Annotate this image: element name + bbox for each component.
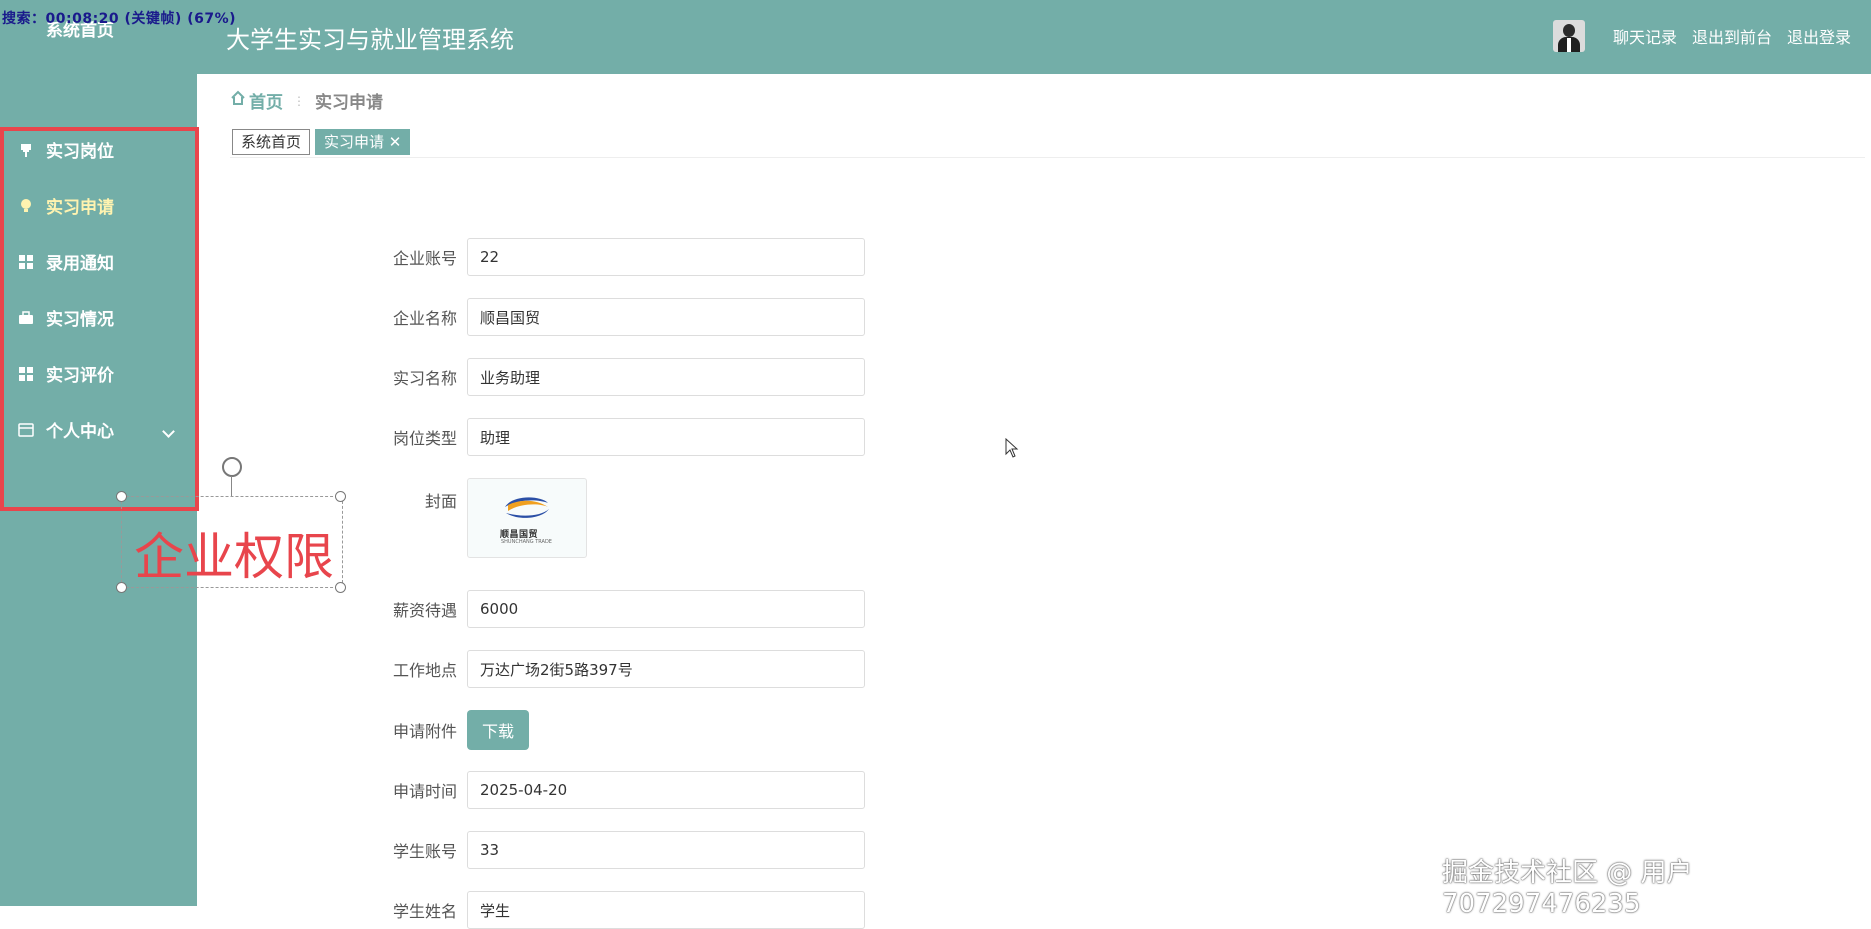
sidebar-item-internship-evaluation[interactable]: 实习评价 [18,361,114,386]
form-row-position-type: 岗位类型 [360,418,865,456]
mouse-cursor-icon [1005,437,1019,458]
form-row-apply-time: 申请时间 [360,771,865,809]
student-name-label: 学生姓名 [392,902,457,921]
download-button[interactable]: 下载 [467,710,529,750]
tab-internship-apply[interactable]: 实习申请 ✕ [315,129,411,155]
form-row-internship-name: 实习名称 [360,358,865,396]
salary-field[interactable] [467,590,865,628]
tab-divider [230,157,1865,158]
company-account-field[interactable] [467,238,865,276]
company-name-field[interactable] [467,298,865,336]
breadcrumb-separator: ⋮ [293,93,305,108]
form-row-company-name: 企业名称 [360,298,865,336]
sidebar: 系统首页 实习岗位 实习申请 录用通知 实习情况 实习评价 个人中心 [0,21,199,906]
sidebar-item-internship-posts[interactable]: 实习岗位 [18,137,114,162]
internship-name-label: 实习名称 [392,369,457,388]
form-row-work-location: 工作地点 [360,650,865,688]
watermark: 掘金技术社区 @ 用户707297476235 [1442,858,1693,919]
grid-icon [18,254,34,270]
attachment-label: 申请附件 [392,722,457,741]
student-account-label: 学生账号 [392,842,457,861]
form-row-salary: 薪资待遇 [360,590,865,628]
annotation-textbox[interactable]: 企业权限 [121,496,343,588]
cover-image[interactable]: 顺昌国贸 SHUNCHANG TRADE [467,478,587,558]
chat-history-link[interactable]: 聊天记录 [1613,24,1677,48]
sidebar-item-label: 实习申请 [46,198,114,218]
rotate-handle[interactable] [222,457,242,477]
card-icon [18,422,34,438]
sidebar-item-label: 实习情况 [46,310,114,330]
cover-label: 封面 [424,492,457,511]
sidebar-item-internship-status[interactable]: 实习情况 [18,305,114,330]
app-title: 大学生实习与就业管理系统 [226,26,514,54]
breadcrumb: 首页 ⋮ 实习申请 [230,88,383,113]
form-row-student-account: 学生账号 [360,831,865,869]
position-type-label: 岗位类型 [392,429,457,448]
internship-name-field[interactable] [467,358,865,396]
sidebar-item-label: 实习评价 [46,366,114,386]
student-name-field[interactable] [467,891,865,929]
form-row-attachment: 申请附件 下载 [360,710,529,750]
logo-subtext: SHUNCHANG TRADE [501,539,552,545]
lightbulb-icon [18,198,34,214]
breadcrumb-home[interactable]: 首页 [249,88,283,113]
sidebar-item-offer-notice[interactable]: 录用通知 [18,249,114,274]
resize-handle[interactable] [335,582,346,593]
resize-handle[interactable] [116,491,127,502]
form-row-cover: 封面 顺昌国贸 SHUNCHANG TRADE [360,478,587,558]
logout-link[interactable]: 退出登录 [1787,24,1851,48]
tab-bar: 系统首页 实习申请 ✕ [232,129,415,155]
apply-time-field[interactable] [467,771,865,809]
sidebar-item-personal-center[interactable]: 个人中心 [18,417,114,442]
avatar[interactable] [1552,20,1585,52]
resize-handle[interactable] [335,491,346,502]
grid-icon [18,366,34,382]
briefcase-icon [18,310,34,326]
form-row-company-account: 企业账号 [360,238,865,276]
company-account-label: 企业账号 [392,249,457,268]
annotation-text: 企业权限 [134,528,334,586]
back-to-front-link[interactable]: 退出到前台 [1692,24,1772,48]
sidebar-item-label: 录用通知 [46,254,114,274]
tab-system-home[interactable]: 系统首页 [232,129,311,155]
salary-label: 薪资待遇 [392,601,457,620]
sidebar-item-label: 个人中心 [46,422,114,442]
apply-time-label: 申请时间 [392,782,457,801]
company-logo [502,493,552,523]
pin-icon [18,142,34,158]
work-location-field[interactable] [467,650,865,688]
recording-overlay: 搜索：00:08:20 (关键帧) (67%) [2,11,236,27]
student-account-field[interactable] [467,831,865,869]
sidebar-item-internship-apply[interactable]: 实习申请 [18,193,114,218]
resize-handle[interactable] [116,582,127,593]
home-icon [230,90,246,111]
breadcrumb-current: 实习申请 [315,93,383,113]
header-actions: 聊天记录 退出到前台 退出登录 [1552,20,1851,52]
form-row-student-name: 学生姓名 [360,891,865,929]
top-header: 大学生实习与就业管理系统 聊天记录 退出到前台 退出登录 [0,0,1871,74]
sidebar-item-label: 实习岗位 [46,142,114,162]
handle-connector [231,476,232,496]
position-type-field[interactable] [467,418,865,456]
company-name-label: 企业名称 [392,309,457,328]
work-location-label: 工作地点 [392,661,457,680]
